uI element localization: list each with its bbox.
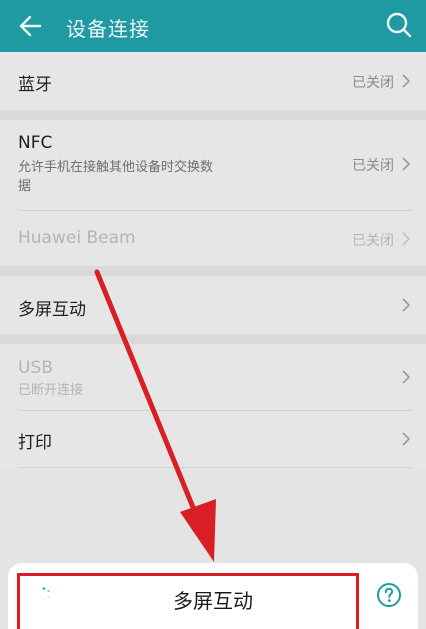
row-bluetooth[interactable]: 蓝牙 已关闭 <box>0 52 426 110</box>
chevron-right-icon <box>402 298 411 312</box>
row-print[interactable]: 打印 <box>0 411 426 467</box>
row-multiscreen[interactable]: 多屏互动 <box>0 276 426 334</box>
section-gap <box>0 266 426 276</box>
huawei-beam-status: 已关闭 <box>352 233 394 249</box>
bluetooth-status: 已关闭 <box>352 75 394 91</box>
section-gap <box>0 110 426 120</box>
chevron-right-icon <box>402 232 411 246</box>
app-bar: 设备连接 <box>0 0 426 52</box>
section-gap <box>0 334 426 344</box>
row-nfc[interactable]: NFC 允许手机在接触其他设备时交换数 据 已关闭 <box>0 120 426 210</box>
chevron-right-icon <box>402 370 411 384</box>
row-usb[interactable]: USB 已断开连接 <box>0 344 426 410</box>
divider <box>18 467 412 468</box>
page-title: 设备连接 <box>66 17 150 41</box>
usb-status-text: 已断开连接 <box>18 383 84 398</box>
nfc-description-line1: 允许手机在接触其他设备时交换数 <box>18 160 214 175</box>
chevron-right-icon <box>402 432 411 446</box>
arrow-left-icon[interactable] <box>16 12 46 40</box>
nfc-label: NFC <box>18 133 53 153</box>
multiscreen-label: 多屏互动 <box>18 300 86 320</box>
annotation-highlight-box <box>17 573 359 629</box>
huawei-beam-label: Huawei Beam <box>18 228 136 248</box>
usb-label: USB <box>18 358 53 378</box>
search-icon[interactable] <box>384 10 414 40</box>
settings-list: 蓝牙 已关闭 NFC 允许手机在接触其他设备时交换数 据 已关闭 Huawei … <box>0 52 426 629</box>
nfc-status: 已关闭 <box>352 158 394 174</box>
question-circle-icon[interactable] <box>376 582 402 608</box>
row-huawei-beam[interactable]: Huawei Beam 已关闭 <box>0 211 426 266</box>
chevron-right-icon <box>402 157 411 171</box>
print-label: 打印 <box>18 433 52 453</box>
nfc-description-line2: 据 <box>18 179 32 194</box>
chevron-right-icon <box>402 74 411 88</box>
bluetooth-label: 蓝牙 <box>18 75 52 95</box>
